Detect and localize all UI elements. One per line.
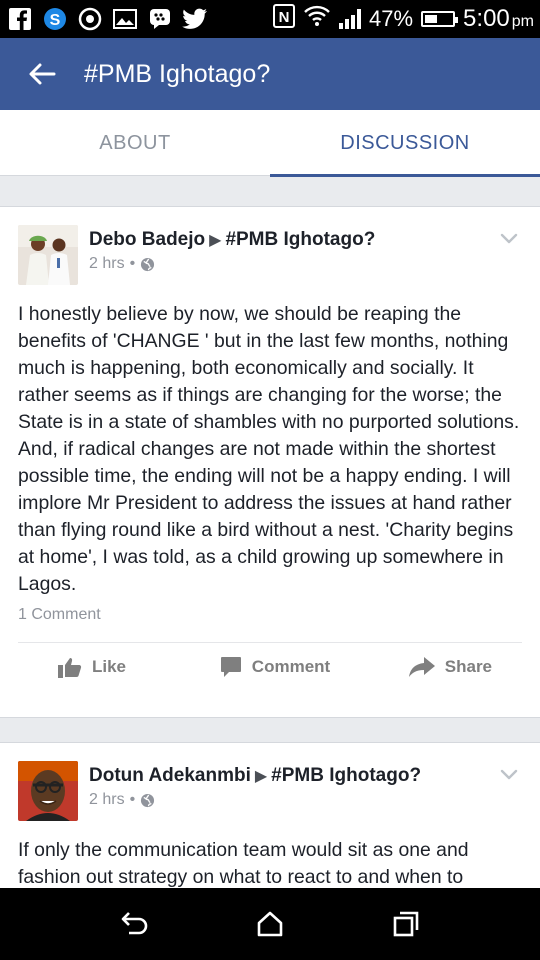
- android-nav-bar: [0, 888, 540, 960]
- post-body: I honestly believe by now, we should be …: [18, 303, 520, 595]
- post-header: Debo Badejo ▶ #PMB Ighotago? 2 hrs •: [0, 207, 540, 287]
- post-author-line: Dotun Adekanmbi ▶ #PMB Ighotago?: [89, 765, 421, 787]
- post-meta: 2 hrs •: [89, 791, 155, 809]
- group-name[interactable]: #PMB Ighotago?: [225, 229, 375, 250]
- clock-ampm: pm: [511, 13, 534, 30]
- chevron-down-icon[interactable]: [500, 233, 518, 245]
- bbm-icon: [146, 6, 173, 33]
- page-title: #PMB Ighotago?: [84, 59, 271, 88]
- avatar[interactable]: [18, 761, 78, 821]
- home-icon: [257, 911, 283, 937]
- post-time[interactable]: 2 hrs: [89, 255, 125, 273]
- post-author-line: Debo Badejo ▶ #PMB Ighotago?: [89, 229, 375, 251]
- post-body: If only the communication team would sit…: [18, 839, 469, 888]
- battery-icon: [421, 11, 459, 27]
- comment-icon: [220, 657, 241, 677]
- back-nav-button[interactable]: [104, 894, 164, 954]
- comment-count[interactable]: 1 Comment: [0, 606, 540, 624]
- back-button[interactable]: [14, 38, 70, 110]
- clock: 5:00 pm: [463, 5, 534, 33]
- author-name[interactable]: Debo Badejo: [89, 229, 205, 250]
- comment-label: Comment: [251, 657, 331, 676]
- group-name[interactable]: #PMB Ighotago?: [271, 765, 421, 786]
- avatar[interactable]: [18, 225, 78, 285]
- facebook-icon: [6, 6, 33, 33]
- like-label: Like: [92, 657, 127, 676]
- gallery-icon: [111, 6, 138, 33]
- battery-percentage: 47%: [369, 6, 414, 31]
- like-button[interactable]: Like: [18, 656, 203, 678]
- post-time[interactable]: 2 hrs: [89, 791, 125, 809]
- post-actions: Like Comment Share: [0, 643, 540, 691]
- author-name[interactable]: Dotun Adekanmbi: [89, 765, 251, 786]
- svg-text:N: N: [279, 9, 290, 26]
- app-bar: #PMB Ighotago?: [0, 38, 540, 110]
- post-header: Dotun Adekanmbi ▶ #PMB Ighotago? 2 hrs •: [0, 743, 540, 823]
- wifi-icon: [303, 5, 331, 33]
- nfc-icon: N: [273, 4, 295, 34]
- chevron-down-icon[interactable]: [500, 769, 518, 781]
- twitter-icon: [181, 6, 208, 33]
- signal-icon: [339, 9, 361, 29]
- dot-separator: •: [129, 791, 136, 808]
- tab-bar: ABOUT DISCUSSION: [0, 110, 540, 177]
- play-arrow-icon: ▶: [254, 768, 268, 785]
- tab-about[interactable]: ABOUT: [0, 110, 270, 176]
- thumbs-up-icon: [58, 658, 82, 678]
- notification-icons: S: [6, 6, 208, 33]
- post-card: Dotun Adekanmbi ▶ #PMB Ighotago? 2 hrs • I…: [0, 742, 540, 902]
- share-button[interactable]: Share: [347, 657, 522, 677]
- comment-button[interactable]: Comment: [203, 656, 348, 678]
- home-nav-button[interactable]: [240, 894, 300, 954]
- back-icon: [121, 912, 148, 935]
- arrow-left-icon: [29, 63, 56, 85]
- share-arrow-icon: [408, 657, 435, 677]
- clock-time: 5:00: [463, 5, 510, 32]
- post-meta: 2 hrs •: [89, 255, 155, 273]
- dot-separator: •: [129, 255, 136, 272]
- skype-icon: S: [41, 6, 68, 33]
- svg-text:S: S: [49, 12, 60, 29]
- circle-app-icon: [76, 6, 103, 33]
- share-label: Share: [444, 657, 493, 676]
- play-arrow-icon: ▶: [209, 232, 222, 249]
- status-bar: S N 47% 5:00 pm: [0, 0, 540, 38]
- recents-nav-button[interactable]: [376, 894, 436, 954]
- recents-icon: [393, 911, 419, 937]
- globe-icon: [141, 793, 155, 807]
- tab-discussion[interactable]: DISCUSSION: [270, 110, 540, 177]
- globe-icon: [141, 257, 155, 271]
- post-card: Debo Badejo ▶ #PMB Ighotago? 2 hrs • I hon…: [0, 206, 540, 718]
